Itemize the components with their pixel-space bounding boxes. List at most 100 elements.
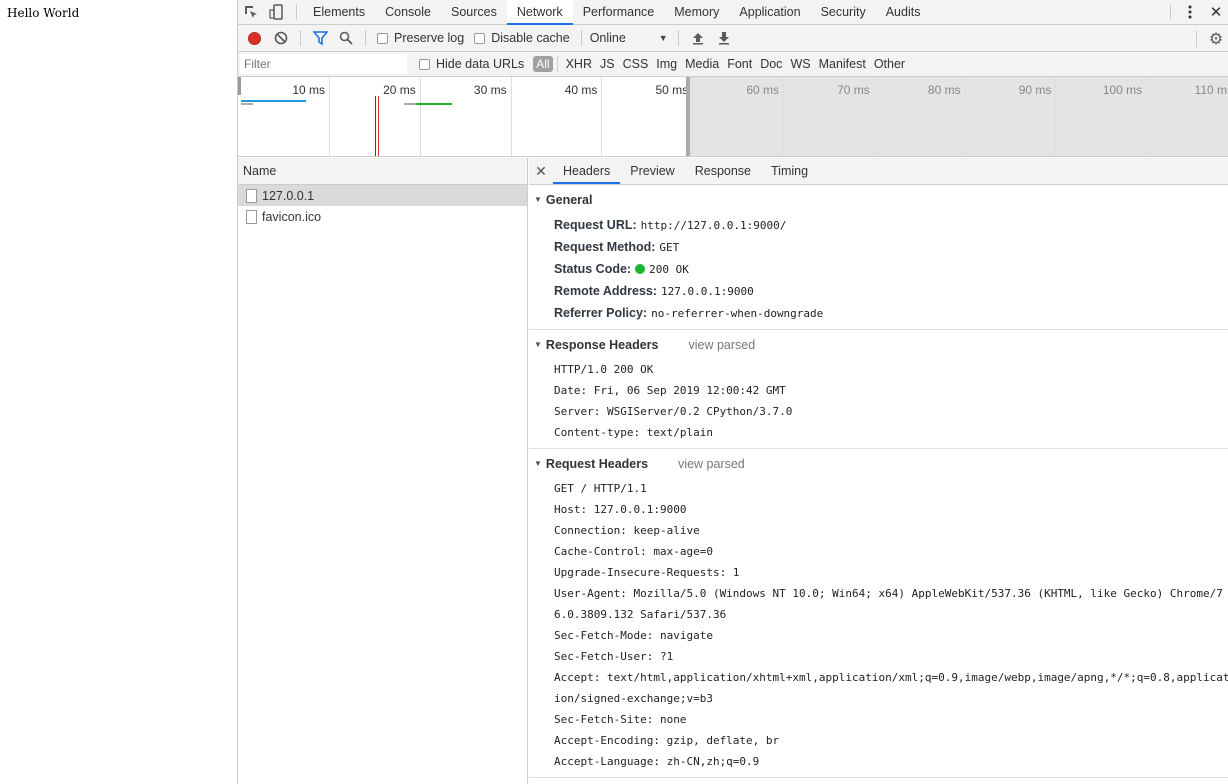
- overview-time-label: 90 ms: [1018, 83, 1052, 97]
- export-har-icon[interactable]: [711, 26, 737, 50]
- tab-application[interactable]: Application: [729, 0, 810, 24]
- status-ok-icon: [635, 264, 646, 274]
- overview-gridline: [783, 77, 784, 156]
- raw-header-line: GET / HTTP/1.1: [554, 482, 647, 495]
- type-filter-manifest[interactable]: Manifest: [819, 57, 866, 71]
- raw-header-line: Accept-Language: zh-CN,zh;q=0.9: [554, 755, 760, 768]
- disable-cache-checkbox[interactable]: Disable cache: [474, 31, 570, 45]
- dropdown-arrow-icon: ▼: [658, 33, 668, 43]
- view-parsed-link[interactable]: view parsed: [678, 457, 745, 471]
- section-title: Request Headers: [545, 456, 649, 471]
- request-headers-header[interactable]: ▼ Request Headers view parsed: [529, 449, 1228, 478]
- tab-timing[interactable]: Timing: [761, 158, 818, 184]
- raw-header-line: Cache-Control: max-age=0: [554, 545, 713, 558]
- tab-audits[interactable]: Audits: [876, 0, 931, 24]
- tab-preview[interactable]: Preview: [620, 158, 684, 184]
- search-icon[interactable]: [333, 26, 359, 50]
- page-body-text: Hello World: [7, 6, 80, 20]
- network-settings-area: ⚙: [1190, 27, 1228, 51]
- toolbar-divider: [296, 4, 297, 20]
- response-headers-header[interactable]: ▼ Response Headers view parsed: [529, 330, 1228, 359]
- name-column-header[interactable]: Name: [238, 158, 527, 185]
- device-toolbar-icon[interactable]: [264, 0, 290, 24]
- tab-memory[interactable]: Memory: [664, 0, 729, 24]
- tab-performance[interactable]: Performance: [573, 0, 665, 24]
- tab-network[interactable]: Network: [506, 0, 573, 25]
- overview-gridline: [601, 77, 603, 156]
- type-filter-all[interactable]: All: [533, 56, 553, 72]
- type-filter-ws[interactable]: WS: [790, 57, 810, 71]
- type-filter-doc[interactable]: Doc: [760, 57, 782, 71]
- document-icon: [246, 209, 257, 224]
- disable-cache-label: Disable cache: [491, 31, 570, 45]
- request-row[interactable]: 127.0.0.1: [238, 185, 527, 206]
- type-filter-xhr[interactable]: XHR: [566, 57, 592, 71]
- import-har-icon[interactable]: [685, 26, 711, 50]
- overview-gridline: [964, 77, 966, 156]
- filter-icon[interactable]: [307, 26, 333, 50]
- type-filter-img[interactable]: Img: [656, 57, 677, 71]
- raw-header-line: HTTP/1.0 200 OK: [554, 363, 654, 376]
- view-parsed-link[interactable]: view parsed: [688, 338, 755, 352]
- tab-elements[interactable]: Elements: [303, 0, 375, 24]
- checkbox-box[interactable]: [419, 58, 430, 70]
- toolbar-divider: [1170, 4, 1171, 20]
- record-icon[interactable]: [248, 31, 261, 45]
- raw-header-line: Connection: keep-alive: [554, 524, 700, 537]
- type-filter-font[interactable]: Font: [727, 57, 752, 71]
- detail-tabbar: ✕ Headers Preview Response Timing: [529, 158, 1228, 185]
- request-row[interactable]: favicon.ico: [238, 206, 527, 227]
- inspect-element-icon[interactable]: [238, 0, 264, 24]
- header-value: 200 OK: [649, 263, 689, 276]
- more-options-icon[interactable]: [1177, 0, 1203, 24]
- type-filter-css[interactable]: CSS: [623, 57, 649, 71]
- overview-right-handle[interactable]: [686, 77, 690, 156]
- tab-console[interactable]: Console: [375, 0, 441, 24]
- overview-left-handle[interactable]: [238, 77, 241, 95]
- type-filter-js[interactable]: JS: [600, 57, 615, 71]
- overview-gridline: [329, 77, 330, 156]
- page-viewport: Hello World: [0, 0, 237, 784]
- overview-time-label: 10 ms: [292, 83, 325, 97]
- request-name: favicon.ico: [262, 209, 322, 224]
- preserve-log-checkbox[interactable]: Preserve log: [377, 31, 464, 45]
- load-event-line: [378, 96, 379, 156]
- checkbox-box[interactable]: [377, 32, 388, 44]
- network-toolbar: Preserve log Disable cache Online ▼ ⚙: [238, 25, 1228, 52]
- request-list: Name 127.0.0.1 favicon.ico: [238, 158, 528, 784]
- close-devtools-icon[interactable]: ✕: [1203, 0, 1228, 24]
- raw-header-line: Sec-Fetch-Site: none: [554, 713, 687, 726]
- devtools-window-controls: ✕: [1164, 0, 1228, 24]
- devtools-window: Elements Console Sources Network Performance…: [237, 0, 1228, 784]
- clear-icon[interactable]: [268, 26, 294, 50]
- tab-security[interactable]: Security: [811, 0, 876, 24]
- devtools-tabbar: Elements Console Sources Network Performance…: [238, 0, 1228, 25]
- tab-response[interactable]: Response: [685, 158, 761, 184]
- hide-data-urls-label: Hide data URLs: [436, 57, 525, 71]
- toolbar-divider: [365, 30, 366, 46]
- gear-icon[interactable]: ⚙: [1203, 27, 1228, 51]
- close-icon[interactable]: ✕: [529, 163, 553, 180]
- general-section-header[interactable]: ▼ General: [529, 185, 1228, 214]
- checkbox-box[interactable]: [474, 32, 486, 44]
- hide-data-urls-checkbox[interactable]: Hide data URLs: [419, 57, 524, 71]
- raw-header-line: Sec-Fetch-Mode: navigate: [554, 629, 713, 642]
- overview-gridline: [692, 77, 694, 156]
- filter-input[interactable]: [240, 54, 407, 74]
- document-icon: [246, 188, 257, 203]
- header-key: Request URL:: [554, 218, 637, 232]
- timeline-bar: [241, 100, 306, 102]
- raw-header-line: Content-type: text/plain: [554, 426, 713, 439]
- type-filter-media[interactable]: Media: [685, 57, 719, 71]
- expand-triangle-icon: ▼: [534, 459, 542, 468]
- throttling-select[interactable]: Online ▼: [588, 31, 672, 45]
- response-header-lines: HTTP/1.0 200 OK Date: Fri, 06 Sep 2019 12…: [529, 359, 1228, 443]
- raw-header-line: Accept-Encoding: gzip, deflate, br: [554, 734, 780, 747]
- type-filter-other[interactable]: Other: [874, 57, 905, 71]
- timeline-bar: [416, 103, 452, 105]
- tab-sources[interactable]: Sources: [441, 0, 507, 24]
- overview-time-label: 30 ms: [473, 83, 507, 97]
- header-key: Request Method:: [554, 240, 656, 254]
- tab-headers[interactable]: Headers: [553, 158, 621, 184]
- general-section: ▼ General Request URL: http://127.0.0.1:9…: [529, 185, 1228, 330]
